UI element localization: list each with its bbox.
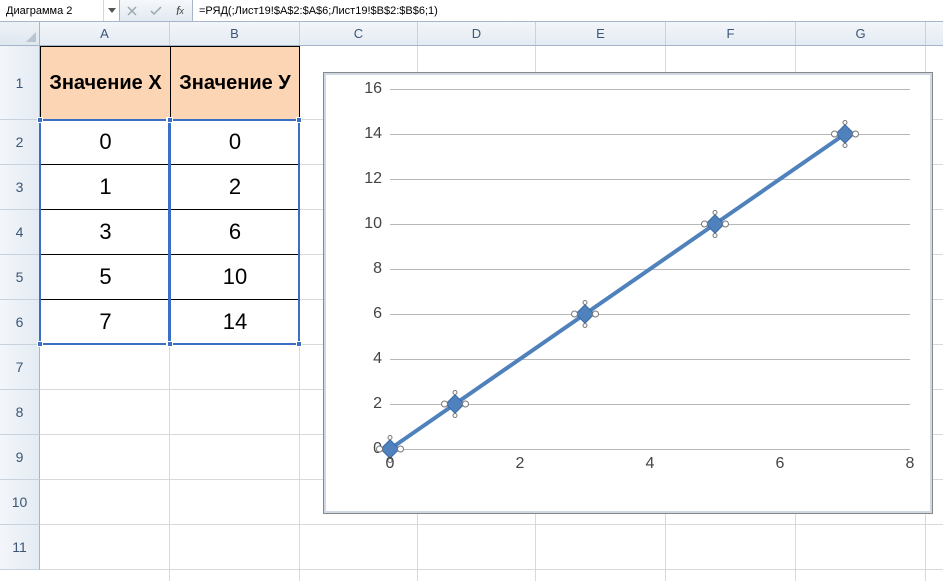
fx-button[interactable]: fx [168, 0, 192, 21]
cells-area[interactable]: Значение X Значение У 0 0 1 2 3 6 5 10 7… [40, 46, 943, 581]
row-header-5[interactable]: 5 [0, 255, 40, 300]
cell-b6[interactable]: 14 [170, 300, 300, 345]
y-tick-label: 16 [342, 80, 382, 98]
formula-bar: Диаграмма 2 fx =РЯД(;Лист19!$A$2:$A$6;Ли… [0, 0, 943, 22]
row-header-2[interactable]: 2 [0, 120, 40, 165]
y-tick-label: 10 [342, 215, 382, 233]
row-header-11[interactable]: 11 [0, 525, 40, 570]
data-point[interactable] [575, 304, 595, 324]
cell-b2[interactable]: 0 [170, 120, 300, 165]
x-tick-label: 0 [386, 455, 395, 473]
y-tick-label: 2 [342, 395, 382, 413]
row-header-8[interactable]: 8 [0, 390, 40, 435]
col-header-c[interactable]: C [300, 22, 418, 45]
row-header-3[interactable]: 3 [0, 165, 40, 210]
cell-a3[interactable]: 1 [40, 165, 170, 210]
cell-a6[interactable]: 7 [40, 300, 170, 345]
row-header-4[interactable]: 4 [0, 210, 40, 255]
col-header-b[interactable]: B [170, 22, 300, 45]
x-tick-label: 2 [516, 455, 525, 473]
y-tick-label: 8 [342, 260, 382, 278]
chart-object[interactable]: 0 2 4 6 8 10 12 14 16 0 2 4 6 8 [323, 72, 933, 514]
col-header-a[interactable]: A [40, 22, 170, 45]
row-header-10[interactable]: 10 [0, 480, 40, 525]
name-box-dropdown-icon[interactable] [103, 0, 119, 21]
row-headers: 1 2 3 4 5 6 7 8 9 10 11 [0, 46, 40, 581]
name-box[interactable]: Диаграмма 2 [0, 0, 120, 21]
cancel-formula-button[interactable] [120, 0, 144, 21]
col-header-e[interactable]: E [536, 22, 666, 45]
row-header-9[interactable]: 9 [0, 435, 40, 480]
cell-b3[interactable]: 2 [170, 165, 300, 210]
column-headers: A B C D E F G [0, 22, 943, 46]
data-point[interactable] [445, 394, 465, 414]
chart-points[interactable] [390, 89, 910, 449]
cell-b5[interactable]: 10 [170, 255, 300, 300]
formula-input[interactable]: =РЯД(;Лист19!$A$2:$A$6;Лист19!$B$2:$B$6;… [193, 0, 943, 21]
cell-b4[interactable]: 6 [170, 210, 300, 255]
x-tick-label: 4 [646, 455, 655, 473]
enter-formula-button[interactable] [144, 0, 168, 21]
name-box-value: Диаграмма 2 [6, 5, 72, 17]
row-header-6[interactable]: 6 [0, 300, 40, 345]
col-header-d[interactable]: D [418, 22, 536, 45]
cell-a2[interactable]: 0 [40, 120, 170, 165]
cell-a5[interactable]: 5 [40, 255, 170, 300]
cell-a4[interactable]: 3 [40, 210, 170, 255]
y-tick-label: 14 [342, 125, 382, 143]
y-tick-label: 0 [342, 440, 382, 458]
x-tick-label: 6 [776, 455, 785, 473]
data-point[interactable] [835, 124, 855, 144]
row-header-7[interactable]: 7 [0, 345, 40, 390]
formula-text: =РЯД(;Лист19!$A$2:$A$6;Лист19!$B$2:$B$6;… [199, 5, 438, 17]
y-tick-label: 6 [342, 305, 382, 323]
y-tick-label: 12 [342, 170, 382, 188]
select-all-corner[interactable] [0, 22, 40, 45]
x-tick-label: 8 [906, 455, 915, 473]
table-header-x[interactable]: Значение X [40, 46, 170, 120]
col-header-g[interactable]: G [796, 22, 926, 45]
data-table: Значение X Значение У 0 0 1 2 3 6 5 10 7… [40, 46, 300, 345]
table-header-y[interactable]: Значение У [170, 46, 300, 120]
grid-body: 1 2 3 4 5 6 7 8 9 10 11 Знач [0, 46, 943, 581]
y-tick-label: 4 [342, 350, 382, 368]
col-header-f[interactable]: F [666, 22, 796, 45]
data-point[interactable] [705, 214, 725, 234]
plot-area[interactable]: 0246810121416 02468 [390, 89, 910, 449]
row-header-1[interactable]: 1 [0, 46, 40, 120]
formula-buttons: fx [120, 0, 193, 21]
